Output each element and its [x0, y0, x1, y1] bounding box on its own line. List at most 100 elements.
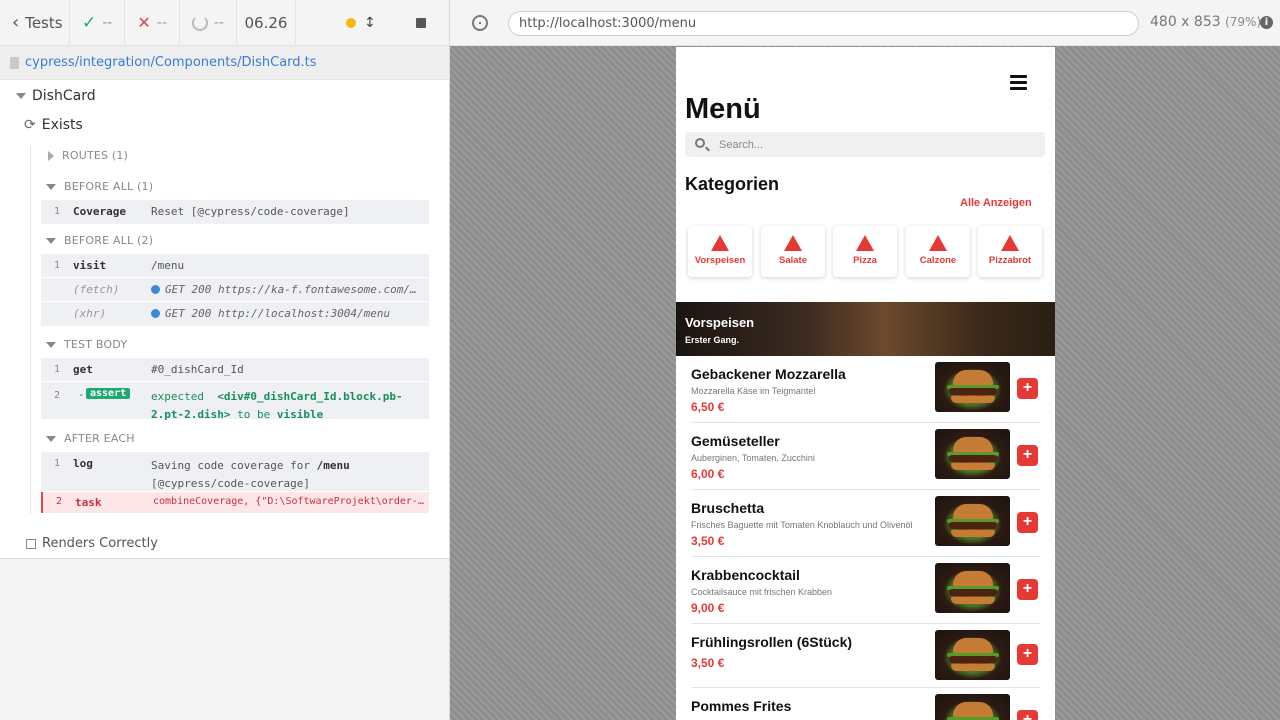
auto-scroll-indicator-icon[interactable]: [345, 17, 356, 28]
after-each-toggle[interactable]: AFTER EACH: [46, 432, 135, 445]
category-vorspeisen[interactable]: Vorspeisen: [688, 226, 752, 277]
command-row[interactable]: 1 Coverage Reset [@cypress/code-coverage…: [41, 200, 429, 224]
tests-back-button[interactable]: ‹ Tests: [0, 0, 70, 45]
test-renders-correctly[interactable]: Renders Correctly: [26, 536, 158, 551]
dish-price: 6,50 €: [691, 400, 725, 414]
reporter-topbar: ‹ Tests ✓ -- ✕ -- -- 06.26 ↕: [0, 0, 449, 46]
category-calzone[interactable]: Calzone: [906, 226, 970, 277]
command-row[interactable]: (fetch) GET 200 https://ka-f.fontawesome…: [41, 278, 429, 302]
command-number: 1: [54, 364, 61, 375]
failed-stat: ✕ --: [125, 0, 180, 45]
command-name: Coverage: [73, 205, 126, 218]
command-number: 1: [54, 260, 61, 271]
test-indent-line: [30, 146, 31, 514]
file-icon: [10, 56, 19, 69]
before-all-1-toggle[interactable]: BEFORE ALL (1): [46, 180, 153, 193]
dish-description: Cocktailsauce mit frischen Krabben: [691, 587, 833, 597]
test-body-toggle[interactable]: TEST BODY: [46, 338, 127, 351]
request-text: GET 200 https://ka-f.fontawesome.com/...: [165, 283, 423, 296]
passed-count: --: [102, 14, 113, 31]
category-pizza[interactable]: Pizza: [833, 226, 897, 277]
routes-toggle[interactable]: ROUTES (1): [48, 149, 128, 162]
dish-name: Gemüseteller: [691, 433, 780, 449]
url-bar[interactable]: http://localhost:3000/menu: [508, 11, 1139, 36]
check-icon: ✓: [82, 12, 97, 33]
add-to-cart-button[interactable]: +: [1017, 512, 1038, 533]
section-title: Vorspeisen: [685, 315, 755, 330]
dish-name: Krabbencocktail: [691, 567, 800, 583]
dish-card: Krabbencocktail Cocktailsauce mit frisch…: [691, 557, 1040, 624]
assert-subject-cont: 2.pt-2.dish>: [151, 408, 231, 421]
command-message: GET 200 https://ka-f.fontawesome.com/...: [151, 283, 423, 296]
add-to-cart-button[interactable]: +: [1017, 644, 1038, 665]
command-message: Reset [@cypress/code-coverage]: [151, 205, 350, 218]
app-frame: Menü Search... Kategorien Alle Anzeigen …: [676, 47, 1055, 720]
test-exists[interactable]: ⟳ Exists: [24, 117, 83, 133]
pizza-slice-icon: [929, 235, 947, 251]
dish-card: Gemüseteller Auberginen, Tomaten, Zucchi…: [691, 423, 1040, 490]
before-all-2-toggle[interactable]: BEFORE ALL (2): [46, 234, 153, 247]
command-row[interactable]: 1 log Saving code coverage for /menu [@c…: [41, 452, 429, 492]
aut-header: http://localhost:3000/menu 480 x 853 (79…: [450, 0, 1280, 46]
log-text-cont: [@cypress/code-coverage]: [151, 477, 310, 490]
command-row-failed[interactable]: 2 task combineCoverage, {"D:\SoftwarePro…: [41, 492, 429, 513]
search-input[interactable]: Search...: [685, 132, 1045, 157]
dish-description: Mozzarella Käse im Teigmantel: [691, 386, 816, 396]
pizza-slice-icon: [784, 235, 802, 251]
caret-down-icon: [46, 435, 56, 442]
stop-button[interactable]: [415, 17, 426, 28]
duration: 06.26: [237, 0, 296, 45]
command-name: log: [73, 457, 93, 470]
dish-card: Gebackener Mozzarella Mozzarella Käse im…: [691, 356, 1040, 423]
section-banner: Vorspeisen Erster Gang.: [676, 302, 1055, 356]
spec-path-link[interactable]: cypress/integration/Components/DishCard.…: [25, 55, 317, 70]
search-icon: [695, 138, 705, 148]
assert-to-be: to be: [237, 408, 271, 421]
assert-message: expected <div#0_dishCard_Id.block.pb- 2.…: [151, 388, 423, 424]
category-salate[interactable]: Salate: [761, 226, 825, 277]
command-row[interactable]: 1 get #0_dishCard_Id: [41, 358, 429, 382]
show-all-link[interactable]: Alle Anzeigen: [960, 197, 1032, 209]
auto-scroll-toggle-icon[interactable]: ↕: [364, 15, 376, 31]
assert-expected: expected: [151, 390, 204, 403]
selector-playground-icon[interactable]: [472, 15, 488, 31]
caret-down-icon: [16, 93, 26, 99]
category-pizzabrot[interactable]: Pizzabrot: [978, 226, 1042, 277]
dish-price: 3,50 €: [691, 656, 725, 670]
suite-dishcard[interactable]: DishCard: [16, 88, 96, 104]
add-to-cart-button[interactable]: +: [1017, 378, 1038, 399]
run-controls: ↕: [296, 0, 438, 45]
before-all-2-commands: 1 visit /menu (fetch) GET 200 https://ka…: [41, 254, 429, 326]
pending-stat: --: [180, 0, 237, 45]
hamburger-menu-icon[interactable]: [1010, 75, 1027, 93]
log-text: Saving code coverage for: [151, 459, 310, 472]
dish-card: Pommes Frites +: [691, 688, 1040, 720]
command-row[interactable]: (xhr) GET 200 http://localhost:3004/menu: [41, 302, 429, 326]
command-message: /menu: [151, 259, 185, 272]
command-name: (fetch): [73, 283, 120, 296]
add-to-cart-button[interactable]: +: [1017, 710, 1038, 720]
pending-count: --: [213, 14, 224, 31]
command-number: 2: [54, 390, 61, 401]
dish-card: Bruschetta Frisches Baguette mit Tomaten…: [691, 490, 1040, 557]
after-each-commands: 1 log Saving code coverage for /menu [@c…: [41, 452, 429, 513]
test-body-commands: 1 get #0_dishCard_Id 2 - assert expected…: [41, 358, 429, 421]
failed-count: --: [156, 14, 167, 31]
test-body-title: TEST BODY: [64, 338, 128, 351]
dish-image: [935, 694, 1010, 720]
info-icon[interactable]: i: [1260, 16, 1273, 29]
command-row[interactable]: 2 - assert expected <div#0_dishCard_Id.b…: [41, 382, 429, 421]
category-label: Pizzabrot: [988, 255, 1032, 266]
add-to-cart-button[interactable]: +: [1017, 445, 1038, 466]
dish-price: 9,00 €: [691, 601, 725, 615]
command-message: GET 200 http://localhost:3004/menu: [151, 307, 423, 320]
assert-visible: visible: [276, 408, 324, 421]
before-all-1-commands: 1 Coverage Reset [@cypress/code-coverage…: [41, 200, 429, 224]
assert-subject: <div#0_dishCard_Id.block.pb-: [217, 390, 403, 403]
command-row[interactable]: 1 visit /menu: [41, 254, 429, 278]
dish-price: 6,00 €: [691, 467, 725, 481]
add-to-cart-button[interactable]: +: [1017, 579, 1038, 600]
caret-right-icon: [48, 150, 54, 161]
request-text: GET 200 http://localhost:3004/menu: [165, 307, 391, 320]
section-subtitle: Erster Gang.: [685, 335, 740, 345]
